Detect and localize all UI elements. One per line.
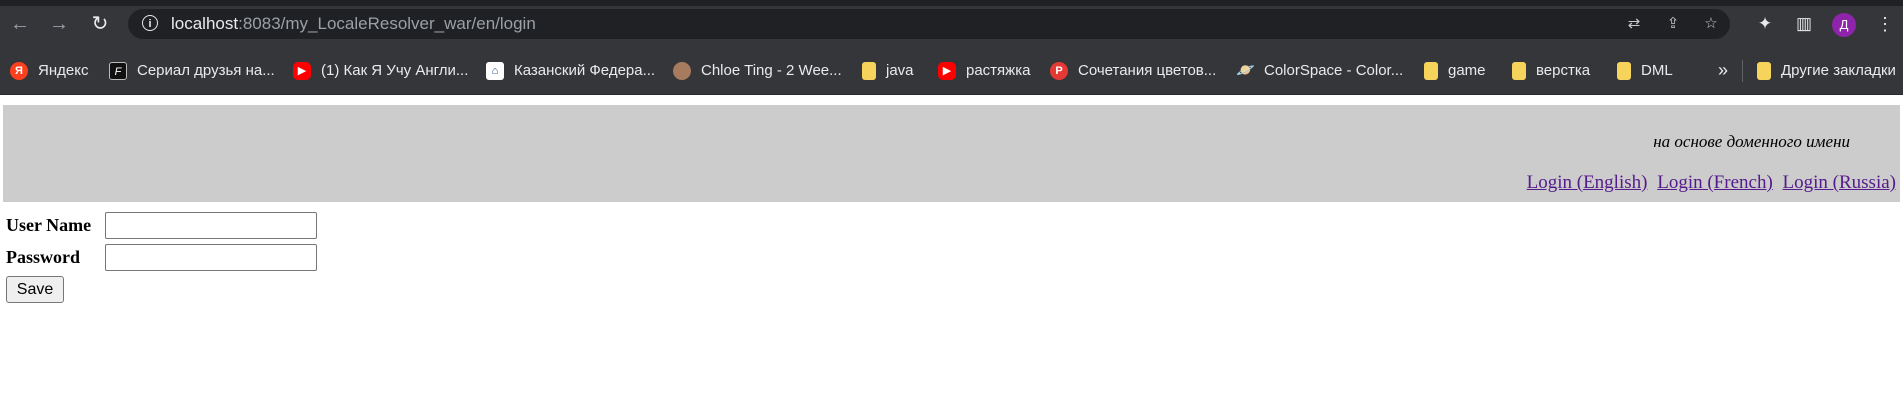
bookmarks-overflow-icon[interactable]: » xyxy=(1718,60,1728,80)
back-icon[interactable]: ← xyxy=(9,13,31,35)
menu-icon[interactable]: ⋮ xyxy=(1876,13,1894,35)
other-bookmarks[interactable]: Другие закладки xyxy=(1757,61,1896,81)
p-icon: P xyxy=(1050,62,1068,80)
username-label: User Name xyxy=(6,215,92,235)
bookmark-item[interactable]: верстка xyxy=(1512,61,1590,81)
bookmark-label: Яндекс xyxy=(38,62,89,79)
bookmark-item[interactable]: ⌂ Казанский Федера... xyxy=(486,61,655,81)
login-french-link[interactable]: Login (French) xyxy=(1657,172,1773,193)
url-text[interactable]: localhost:8083/my_LocaleResolver_war/en/… xyxy=(171,15,536,33)
youtube-icon: ▶ xyxy=(938,62,956,80)
folder-icon xyxy=(1757,62,1771,80)
folder-icon xyxy=(862,62,876,80)
bookmark-item[interactable]: P Сочетания цветов... xyxy=(1050,61,1216,81)
bookmark-item[interactable]: Я Яндекс xyxy=(10,61,88,81)
browser-toolbar: ← → ↻ i localhost:8083/my_LocaleResolver… xyxy=(0,0,1903,48)
bookmark-item[interactable]: java xyxy=(862,61,914,81)
profile-avatar[interactable]: Д xyxy=(1832,13,1856,37)
bookmark-item[interactable]: DML xyxy=(1617,61,1673,81)
f-icon: F xyxy=(109,62,127,80)
bookmark-item[interactable]: F Сериал друзья на... xyxy=(109,61,275,81)
address-bar[interactable]: i localhost:8083/my_LocaleResolver_war/e… xyxy=(128,9,1730,39)
bookmark-label: Сочетания цветов... xyxy=(1078,62,1217,79)
login-russia-link[interactable]: Login (Russia) xyxy=(1783,172,1896,193)
login-english-link[interactable]: Login (English) xyxy=(1527,172,1648,193)
bookmark-label: Другие закладки xyxy=(1781,62,1896,79)
star-icon[interactable]: ☆ xyxy=(1702,15,1720,33)
info-icon[interactable]: i xyxy=(142,15,158,31)
bookmark-label: (1) Как Я Учу Англи... xyxy=(321,62,469,79)
youtube-icon: ▶ xyxy=(293,62,311,80)
bookmark-label: Chloe Ting - 2 Wee... xyxy=(701,62,842,79)
share-icon[interactable]: ⇪ xyxy=(1664,15,1682,33)
bookmark-label: Казанский Федера... xyxy=(514,62,656,79)
university-icon: ⌂ xyxy=(486,62,504,80)
page-tagline: на основе доменного имени xyxy=(1653,132,1850,151)
folder-icon xyxy=(1424,62,1438,80)
yandex-icon: Я xyxy=(10,62,28,80)
forward-icon[interactable]: → xyxy=(48,13,70,35)
url-host: localhost xyxy=(171,14,239,33)
bookmarks-bar: Я Яндекс F Сериал друзья на... ▶ (1) Как Я … xyxy=(0,48,1903,95)
bookmark-item[interactable]: ▶ растяжка xyxy=(938,61,1030,81)
tab-strip-edge xyxy=(0,0,1903,6)
bookmark-item[interactable]: ▶ (1) Как Я Учу Англи... xyxy=(293,61,468,81)
page-header: на основе доменного имени Login (English… xyxy=(3,105,1900,202)
bookmark-label: game xyxy=(1448,62,1486,79)
username-input[interactable] xyxy=(105,212,317,239)
bookmark-label: ColorSpace - Color... xyxy=(1264,62,1404,79)
language-links: Login (English) Login (French) Login (Ru… xyxy=(1522,172,1896,194)
bookmark-item[interactable]: game xyxy=(1424,61,1486,81)
reload-icon[interactable]: ↻ xyxy=(89,13,111,35)
bookmark-item[interactable]: 🪐 ColorSpace - Color... xyxy=(1236,61,1403,81)
folder-icon xyxy=(1617,62,1631,80)
bookmark-label: Сериал друзья на... xyxy=(137,62,275,79)
bookmark-label: верстка xyxy=(1536,62,1591,79)
folder-icon xyxy=(1512,62,1526,80)
password-label: Password xyxy=(6,247,81,267)
url-path: :8083/my_LocaleResolver_war/en/login xyxy=(238,14,536,33)
bookmark-label: растяжка xyxy=(966,62,1031,79)
bookmark-item[interactable]: Chloe Ting - 2 Wee... xyxy=(673,61,842,81)
side-panel-icon[interactable]: ▥ xyxy=(1793,13,1815,35)
saturn-icon: 🪐 xyxy=(1236,62,1255,79)
translate-icon[interactable]: ⇄ xyxy=(1625,15,1643,33)
extensions-icon[interactable]: ✦ xyxy=(1754,13,1776,35)
password-input[interactable] xyxy=(105,244,317,271)
bookmarks-divider xyxy=(1742,60,1743,82)
save-button[interactable]: Save xyxy=(6,276,64,303)
bookmark-label: DML xyxy=(1641,62,1673,79)
bookmark-label: java xyxy=(886,62,914,79)
avatar-icon xyxy=(673,62,691,80)
